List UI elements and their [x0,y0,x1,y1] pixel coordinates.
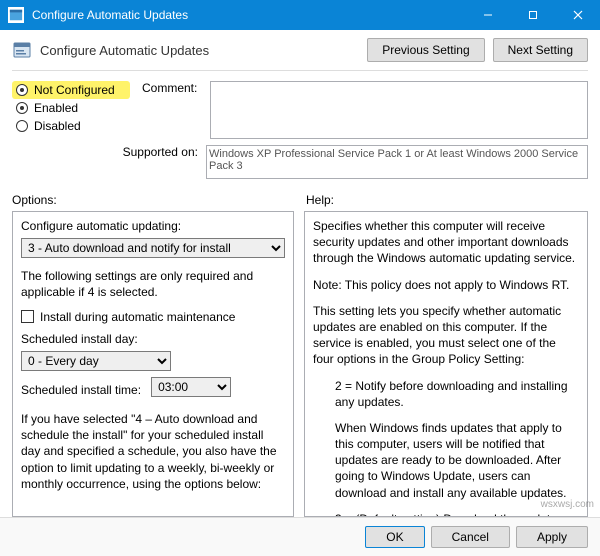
window-title: Configure Automatic Updates [32,8,465,22]
ok-button[interactable]: OK [365,526,424,548]
watermark: wsxwsj.com [541,499,594,510]
next-setting-button[interactable]: Next Setting [493,38,588,62]
radio-label: Not Configured [34,83,115,97]
scheduled-time-select[interactable]: 03:00 [151,377,231,397]
comment-wrap: Comment: [142,81,588,139]
page-title: Configure Automatic Updates [40,43,359,58]
previous-setting-button[interactable]: Previous Setting [367,38,484,62]
help-paragraph: This setting lets you specify whether au… [313,303,579,368]
minimize-button[interactable] [465,0,510,30]
radio-dot-icon [16,102,28,114]
checkbox-icon [21,310,34,323]
help-option-2-detail: When Windows finds updates that apply to… [313,420,579,501]
divider [12,70,588,71]
configure-updating-label: Configure automatic updating: [21,218,285,234]
app-icon [8,7,24,23]
scheduled-time-label: Scheduled install time: [21,382,141,398]
footer-buttons: OK Cancel Apply [0,517,600,556]
help-paragraph: Specifies whether this computer will rec… [313,218,579,267]
radio-disabled[interactable]: Disabled [12,117,130,135]
comment-field[interactable] [210,81,588,139]
radio-label: Disabled [34,119,81,133]
help-text: Specifies whether this computer will rec… [313,218,579,517]
options-heading: Options: [12,193,294,207]
supported-field[interactable] [206,145,588,179]
panels: Configure automatic updating: 3 - Auto d… [0,209,600,517]
configure-updating-select[interactable]: 3 - Auto download and notify for install [21,238,285,258]
help-panel[interactable]: Specifies whether this computer will rec… [304,211,588,517]
options-tail-text: If you have selected "4 – Auto download … [21,411,285,492]
help-heading: Help: [306,193,334,207]
radio-not-configured[interactable]: Not Configured [12,81,130,99]
title-bar: Configure Automatic Updates [0,0,600,30]
cancel-button[interactable]: Cancel [431,526,510,548]
checkbox-label: Install during automatic maintenance [40,309,235,325]
section-headers: Options: Help: [0,179,600,209]
radio-label: Enabled [34,101,78,115]
options-panel[interactable]: Configure automatic updating: 3 - Auto d… [12,211,294,517]
help-option-2: 2 = Notify before downloading and instal… [313,378,579,410]
state-row: Not Configured Enabled Disabled Comment: [0,77,600,139]
header-strip: Configure Automatic Updates Previous Set… [0,30,600,70]
scheduled-day-select[interactable]: 0 - Every day [21,351,171,371]
radio-enabled[interactable]: Enabled [12,99,130,117]
install-maintenance-checkbox[interactable]: Install during automatic maintenance [21,309,285,325]
apply-button[interactable]: Apply [516,526,588,548]
maximize-button[interactable] [510,0,555,30]
radio-ring-icon [16,120,28,132]
supported-label: Supported on: [12,145,198,159]
policy-icon [12,40,32,60]
options-note: The following settings are only required… [21,268,285,300]
comment-label: Comment: [142,81,202,139]
state-radios: Not Configured Enabled Disabled [12,81,130,135]
supported-row: Supported on: [0,139,600,179]
scheduled-day-label: Scheduled install day: [21,331,285,347]
radio-dot-icon [16,84,28,96]
close-button[interactable] [555,0,600,30]
help-paragraph: Note: This policy does not apply to Wind… [313,277,579,293]
